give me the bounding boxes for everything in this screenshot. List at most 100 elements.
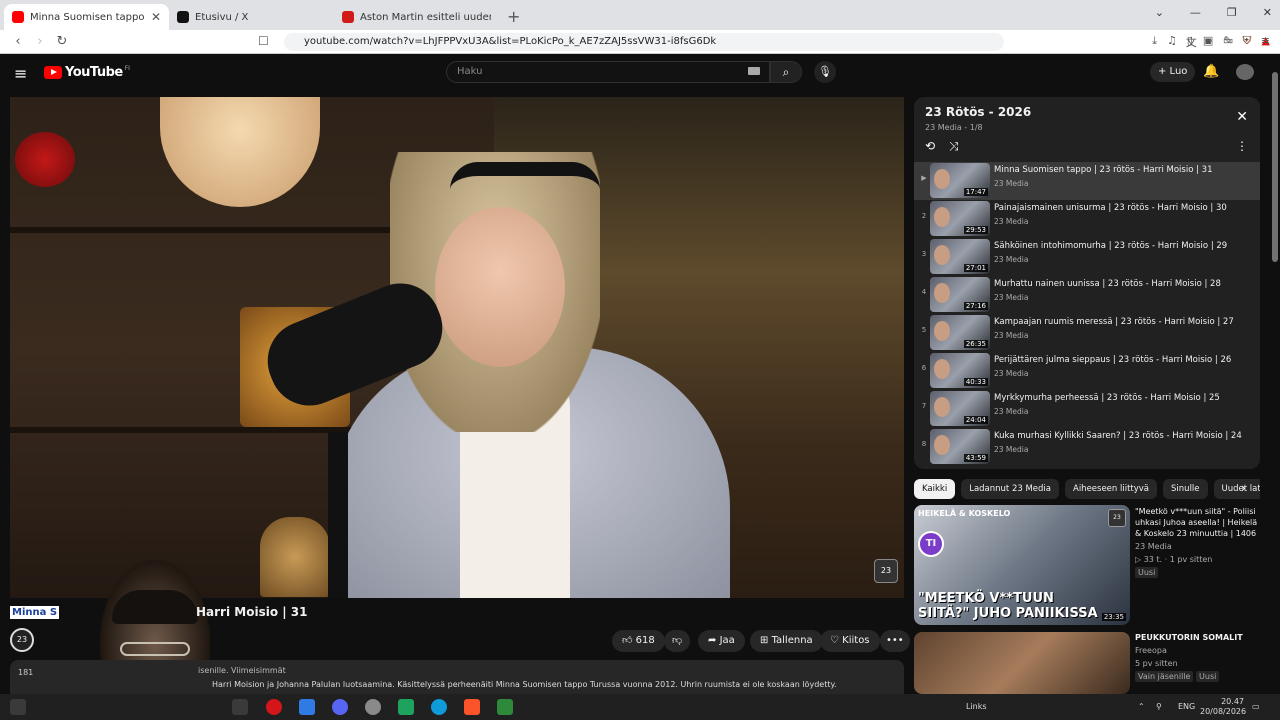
- app-icon[interactable]: [398, 699, 414, 715]
- thumbnail-show-name: HEIKELÄ & KOSKELO: [918, 509, 1011, 518]
- search-input[interactable]: Haku: [446, 61, 770, 83]
- voice-search-button[interactable]: 🎙: [814, 61, 836, 83]
- new-tab-button[interactable]: +: [507, 7, 520, 26]
- loop-icon[interactable]: ⟲: [925, 139, 935, 153]
- vpn-icon[interactable]: ⛨: [1243, 34, 1251, 48]
- download-icon[interactable]: ⤓: [1152, 34, 1157, 48]
- like-button[interactable]: 👍︎ 618: [612, 630, 665, 652]
- bookmark-icon[interactable]: ☐: [258, 34, 269, 48]
- keyboard-icon[interactable]: [748, 67, 760, 75]
- discord-icon[interactable]: [332, 699, 348, 715]
- account-avatar[interactable]: [1236, 64, 1254, 80]
- playlist-item[interactable]: 4 27:16 Murhattu nainen uunissa | 23 röt…: [914, 276, 1260, 314]
- back-icon[interactable]: ‹: [8, 34, 28, 49]
- recommendation-info[interactable]: PEUKKUTORIN SOMALIT Freeopa 5 pv sitten …: [1135, 632, 1265, 682]
- youtube-play-icon: [44, 66, 62, 79]
- app-icon[interactable]: [299, 699, 315, 715]
- channel-watermark[interactable]: 23: [874, 559, 898, 583]
- app-icon[interactable]: [365, 699, 381, 715]
- playlist-title[interactable]: 23 Rötös - 2026: [925, 105, 1031, 119]
- tab-youtube[interactable]: Minna Suomisen tappo | 23 r ✕: [4, 4, 169, 30]
- video-player[interactable]: 23: [10, 97, 904, 598]
- start-icon[interactable]: [10, 699, 26, 715]
- close-window-icon[interactable]: ✕: [1263, 6, 1272, 19]
- thumb-face: [934, 359, 950, 379]
- playlist-item[interactable]: 2 29:53 Painajaismainen unisurma | 23 rö…: [914, 200, 1260, 238]
- language-indicator[interactable]: ENG: [1178, 702, 1195, 711]
- duration: 29:53: [963, 226, 988, 234]
- thanks-button[interactable]: ♡ Kiitos: [820, 630, 880, 652]
- extensions-icon[interactable]: ✎: [1223, 34, 1232, 48]
- playlist-item[interactable]: ▶ 17:47 Minna Suomisen tappo | 23 rötös …: [914, 162, 1260, 200]
- playlist-thumbnail: 29:53: [930, 201, 990, 236]
- url-field[interactable]: youtube.com/watch?v=LhJFPPVxU3A&list=PLo…: [284, 33, 1004, 51]
- tab-news[interactable]: Aston Martin esitteli uuden superaut: [334, 4, 499, 30]
- thumb-face: [934, 435, 950, 455]
- playlist-menu-icon[interactable]: ⋮: [1236, 139, 1248, 153]
- playlist-item[interactable]: 6 40:33 Perijättären julma sieppaus | 23…: [914, 352, 1260, 390]
- network-icon[interactable]: ⚲: [1156, 702, 1162, 711]
- menu-icon[interactable]: ≡: [1261, 34, 1270, 48]
- chip-related[interactable]: Aiheeseen liittyvä: [1065, 479, 1158, 499]
- reload-icon[interactable]: ↻: [52, 34, 72, 49]
- brave-icon[interactable]: [464, 699, 480, 715]
- playlist-item[interactable]: 5 26:35 Kampaajan ruumis meressä | 23 rö…: [914, 314, 1260, 352]
- restore-icon[interactable]: ❐: [1227, 6, 1237, 19]
- presenter-face: [435, 207, 565, 367]
- thumb-face: [934, 283, 950, 303]
- notifications-icon[interactable]: ▭: [1252, 702, 1260, 711]
- task-view-icon[interactable]: [232, 699, 248, 715]
- youtube-logo[interactable]: YouTube FI: [44, 65, 130, 80]
- playlist-item[interactable]: 3 27:01 Sähköinen intohimomurha | 23 röt…: [914, 238, 1260, 276]
- recommendation-thumbnail[interactable]: [914, 632, 1130, 694]
- tab-x[interactable]: Etusivu / X: [169, 4, 334, 30]
- playlist-item-channel: 23 Media: [994, 293, 1029, 302]
- chip-all[interactable]: Kaikki: [914, 479, 956, 499]
- chip-recent-uploads[interactable]: Uudet lata: [1213, 479, 1260, 499]
- address-toolbar: ‹ › ↻ ☐ youtube.com/watch?v=LhJFPPVxU3A&…: [0, 30, 1280, 54]
- shuffle-icon[interactable]: ⤨: [949, 139, 959, 154]
- save-button[interactable]: ⊞ Tallenna: [750, 630, 823, 652]
- playlist-index: 2: [921, 212, 927, 220]
- tray-up-icon[interactable]: ⌃: [1138, 702, 1145, 711]
- search-button[interactable]: ⌕: [770, 61, 802, 83]
- media-icon[interactable]: ♫: [1167, 34, 1177, 48]
- recommendation-info[interactable]: "Meetkö v***uun siitä" - Poliisi uhkasi …: [1135, 506, 1265, 578]
- thumb-face: [934, 245, 950, 265]
- tab-title: Minna Suomisen tappo | 23 r: [30, 11, 147, 23]
- playlist-item[interactable]: 8 43:59 Kuka murhasi Kyllikki Saaren? | …: [914, 428, 1260, 466]
- edge-icon[interactable]: [431, 699, 447, 715]
- share-button[interactable]: ➦ Jaa: [698, 630, 745, 652]
- channel-avatar[interactable]: 23: [10, 628, 34, 652]
- more-actions-button[interactable]: •••: [880, 630, 910, 652]
- scrollbar-thumb[interactable]: [1272, 72, 1278, 262]
- webcam-glasses: [120, 642, 190, 656]
- opera-icon[interactable]: [266, 699, 282, 715]
- create-button[interactable]: + Luo: [1150, 62, 1196, 82]
- playlist-item-channel: 23 Media: [994, 369, 1029, 378]
- news-favicon-icon: [342, 11, 354, 23]
- minimize-icon[interactable]: —: [1190, 6, 1201, 19]
- page-scrollbar[interactable]: [1270, 60, 1280, 700]
- youtube-header: ≡ YouTube FI Haku ⌕ 🎙 + Luo 🔔: [0, 55, 1280, 91]
- chevron-right-icon[interactable]: ›: [1241, 481, 1246, 495]
- close-playlist-icon[interactable]: ✕: [1236, 109, 1248, 125]
- sidebar-icon[interactable]: ▯: [1187, 34, 1193, 48]
- notifications-bell-icon[interactable]: 🔔: [1203, 64, 1219, 79]
- like-count: 618: [635, 635, 655, 646]
- recommendation-thumbnail[interactable]: HEIKELÄ & KOSKELO TI 23 "MEETKÖ V**TUUN …: [914, 505, 1130, 625]
- playlist-item[interactable]: 7 24:04 Myrkkymurha perheessä | 23 rötös…: [914, 390, 1260, 428]
- forward-icon[interactable]: ›: [30, 34, 50, 49]
- system-clock[interactable]: 20.47 20/08/2026: [1200, 697, 1246, 717]
- playlist-index: 4: [921, 288, 927, 296]
- app-icon[interactable]: [497, 699, 513, 715]
- chip-uploaded-by[interactable]: Ladannut 23 Media: [961, 479, 1059, 499]
- hamburger-menu-icon[interactable]: ≡: [14, 64, 27, 83]
- dislike-button[interactable]: 👎︎: [664, 630, 691, 652]
- tab-list-icon[interactable]: ⌄: [1155, 6, 1164, 19]
- wallet-icon[interactable]: ▣: [1203, 34, 1213, 48]
- links-toolbar[interactable]: Links: [966, 702, 987, 711]
- playlist-item-channel: 23 Media: [994, 331, 1029, 340]
- close-tab-icon[interactable]: ✕: [151, 10, 161, 24]
- chip-for-you[interactable]: Sinulle: [1163, 479, 1208, 499]
